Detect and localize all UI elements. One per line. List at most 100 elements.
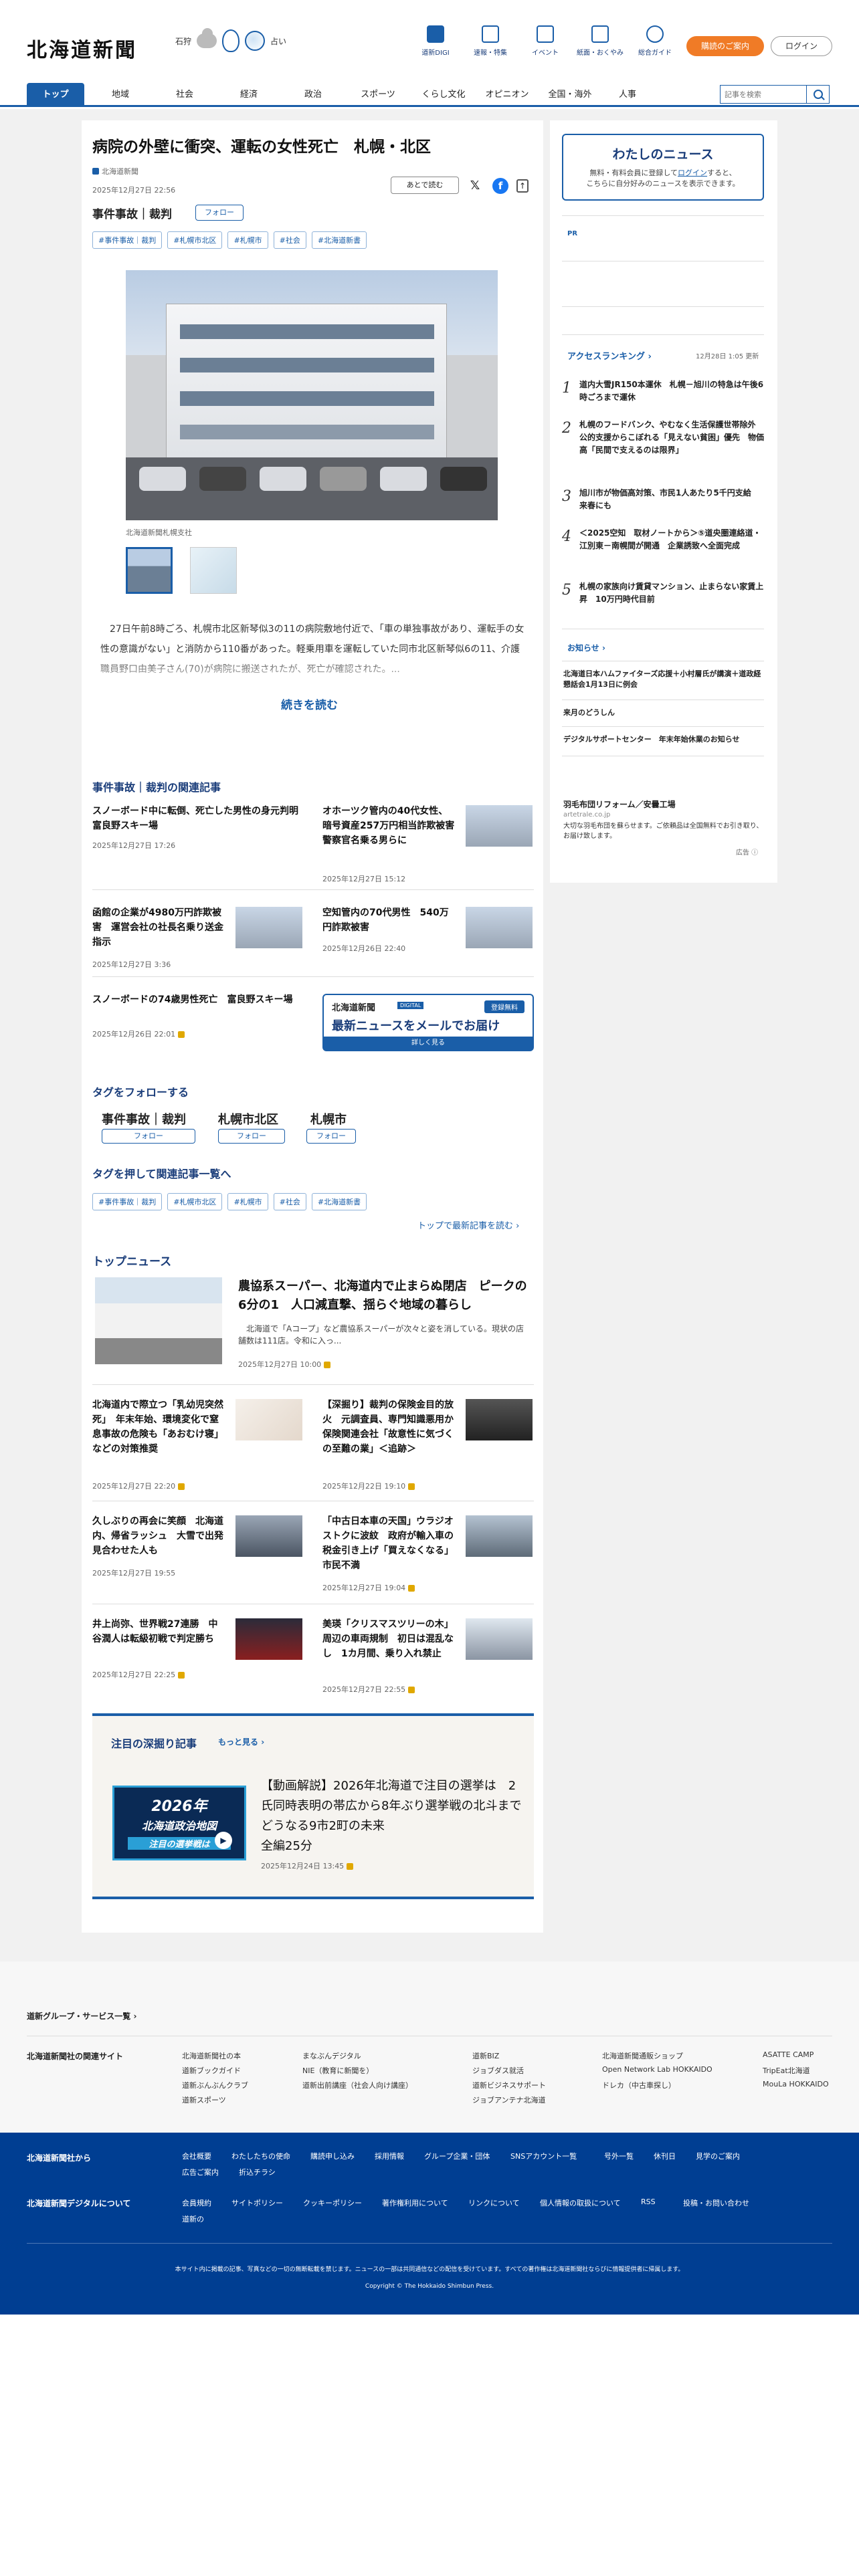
facebook-share-icon[interactable]: f xyxy=(492,178,508,194)
news-item-image[interactable] xyxy=(466,1618,533,1660)
tag-chip[interactable]: #北海道新書 xyxy=(311,231,367,249)
tag-follow-button[interactable]: フォロー xyxy=(102,1129,195,1144)
related-site-link[interactable]: Open Network Lab HOKKAIDO xyxy=(602,2065,712,2074)
related-item-image[interactable] xyxy=(466,805,533,847)
company-link[interactable]: わたしたちの使命 xyxy=(231,2151,290,2161)
login-button[interactable]: ログイン xyxy=(771,36,832,56)
nav-tab-top[interactable]: トップ xyxy=(27,83,84,107)
ranking-item[interactable]: 2 札幌のフードバンク、やむなく生活保護世帯除外 公的支援からこぼれる「見えない貧… xyxy=(562,419,764,472)
related-item-image[interactable] xyxy=(466,907,533,948)
company-link[interactable]: 折込チラシ xyxy=(239,2167,276,2177)
digital-link[interactable]: 会員規約 xyxy=(182,2197,211,2208)
subscribe-button[interactable]: 購読のご案内 xyxy=(686,36,764,56)
related-site-link[interactable]: 道新ぶんぶんクラブ xyxy=(182,2080,248,2090)
related-site-link[interactable]: 北海道新聞通販ショップ xyxy=(602,2050,683,2061)
company-link[interactable]: 号外一覧 xyxy=(604,2151,634,2161)
search-icon[interactable] xyxy=(806,86,829,103)
news-item-image[interactable] xyxy=(235,1399,302,1440)
news-item-title[interactable]: 美瑛「クリスマスツリーの木」周辺の車両規制 初日は混乱なし 1カ月間、乗り入れ禁… xyxy=(322,1617,456,1661)
top-link-paper[interactable]: 紙面・おくやみ xyxy=(573,25,628,57)
notice-item[interactable]: 来月のどうしん xyxy=(563,708,764,718)
ranking-item[interactable]: 1 道内大雪JR150本運休 札幌－旭川の特急は午後6時ごろまで運休 xyxy=(562,379,764,408)
related-site-link[interactable]: 道新BIZ xyxy=(472,2050,499,2061)
notice-item[interactable]: デジタルサポートセンター 年末年始休業のお知らせ xyxy=(563,734,764,745)
related-site-link[interactable]: 道新出前講座（社会人向け講座） xyxy=(302,2080,413,2090)
ranking-item[interactable]: 4 ＜2025空知 取材ノートから＞⑤道央圏連絡道・江別東－南幌間が開通 企業誘致… xyxy=(562,527,764,570)
top-link-guide[interactable]: 総合ガイド xyxy=(628,25,682,57)
digital-link[interactable]: サイトポリシー xyxy=(231,2197,283,2208)
top-news-lead-title[interactable]: 農協系スーパー、北海道内で止まらぬ閉店 ピークの6分の1 人口減直撃、揺らぐ地域… xyxy=(238,1277,533,1315)
digital-link[interactable]: 道新の xyxy=(182,2214,204,2224)
top-link-digi[interactable]: 道新DIGI xyxy=(408,25,463,57)
company-link[interactable]: 会社概要 xyxy=(182,2151,211,2161)
company-link[interactable]: 休刊日 xyxy=(654,2151,676,2161)
nav-tab-culture[interactable]: くらし文化 xyxy=(415,83,472,107)
site-logo[interactable]: 北海道新聞 xyxy=(27,33,137,63)
news-item-title[interactable]: 久しぶりの再会に笑顔 北海道内、帰省ラッシュ 大雪で出発見合わせた人も xyxy=(92,1514,226,1558)
group-services-link[interactable]: 道新グループ・サービス一覧 › xyxy=(27,2010,136,2022)
company-link[interactable]: 購読申し込み xyxy=(310,2151,355,2161)
article-photo[interactable] xyxy=(126,270,498,520)
tag-chip[interactable]: #札幌市 xyxy=(227,1193,268,1210)
company-link[interactable]: SNSアカウント一覧 xyxy=(510,2151,577,2161)
related-item-image[interactable] xyxy=(235,907,302,948)
news-item-image[interactable] xyxy=(235,1618,302,1660)
deep-dive-headline[interactable]: 【動画解説】2026年北海道で注目の選挙は 2氏同時表明の帯広から8年ぶり選挙戦… xyxy=(261,1776,533,1856)
tag-follow-button[interactable]: フォロー xyxy=(306,1129,356,1144)
deep-dive-video-thumb[interactable]: 2026年 北海道政治地図 注目の選挙戦は ▶ xyxy=(112,1786,246,1860)
share-icon[interactable]: ↑ xyxy=(516,179,529,193)
related-site-link[interactable]: MouLa HOKKAIDO xyxy=(763,2080,829,2088)
company-link[interactable]: グループ企業・団体 xyxy=(424,2151,490,2161)
digital-link[interactable]: 著作権利用について xyxy=(382,2197,448,2208)
related-site-link[interactable]: NIE（教育に新聞を） xyxy=(302,2065,373,2076)
nav-tab-personnel[interactable]: 人事 xyxy=(606,83,649,107)
related-item-title[interactable]: 空知管内の70代男性 540万円詐欺被害 xyxy=(322,905,456,935)
related-site-link[interactable]: 道新ブックガイド xyxy=(182,2065,241,2076)
tag-chip[interactable]: #事件事故｜裁判 xyxy=(92,231,163,249)
related-item-title[interactable]: スノーボードの74歳男性死亡 富良野スキー場 xyxy=(92,992,304,1007)
read-more-button[interactable]: 続きを読む xyxy=(281,695,338,712)
related-site-link[interactable]: まなぶんデジタル xyxy=(302,2050,361,2061)
company-link[interactable]: 見学のご案内 xyxy=(696,2151,740,2161)
nav-tab-society[interactable]: 社会 xyxy=(158,83,211,107)
top-link-breaking[interactable]: 速報・特集 xyxy=(463,25,518,57)
map-thumbnail[interactable] xyxy=(190,547,237,594)
tag-chip[interactable]: #札幌市北区 xyxy=(167,231,223,249)
news-item-image[interactable] xyxy=(235,1515,302,1557)
tag-chip[interactable]: #事件事故｜裁判 xyxy=(92,1193,163,1210)
related-item-title[interactable]: スノーボード中に転倒、死亡した男性の身元判明 富良野スキー場 xyxy=(92,804,308,833)
news-item-title[interactable]: 北海道内で際立つ「乳幼児突然死」 年末年始、環境変化で窒息事故の危険も「あおむけ… xyxy=(92,1398,226,1457)
news-item-title[interactable]: 【深掘り】裁判の保険金目的放火 元調査員、専門知識悪用か 保険関連会社「故意性に… xyxy=(322,1398,463,1457)
news-item-title[interactable]: 「中古日本車の天国」ウラジオストクに波紋 政府が輸入車の税金引き上げ「買えなくな… xyxy=(322,1514,456,1573)
related-site-link[interactable]: ジョブアンテナ北海道 xyxy=(472,2095,546,2105)
notice-item[interactable]: 北海道日本ハムファイターズ応援＋小村層氏が講演＋道政経懇話会1月13日に例会 xyxy=(563,669,764,690)
category-follow-button[interactable]: フォロー xyxy=(195,205,244,221)
ranking-item[interactable]: 5 札幌の家族向け賃貸マンション、止まらない家賃上昇 10万円時代目前 xyxy=(562,580,764,610)
search-input[interactable] xyxy=(721,86,806,103)
related-site-link[interactable]: ジョブダス就活 xyxy=(472,2065,524,2076)
related-site-link[interactable]: ドレカ（中古車探し） xyxy=(602,2080,676,2090)
nav-tab-politics[interactable]: 政治 xyxy=(286,83,340,107)
tag-chip[interactable]: #札幌市 xyxy=(227,231,268,249)
top-link-event[interactable]: イベント xyxy=(518,25,573,57)
my-news-login-link[interactable]: ログイン xyxy=(678,169,707,177)
email-news-banner[interactable]: 北海道新聞 DIGITAL 登録無料 最新ニュースをメールでお届け 詳しく見る xyxy=(322,994,534,1051)
digital-link[interactable]: 個人情報の取扱について xyxy=(540,2197,621,2208)
tag-chip[interactable]: #社会 xyxy=(273,231,306,249)
tag-chip[interactable]: #社会 xyxy=(273,1193,306,1210)
nav-tab-sports[interactable]: スポーツ xyxy=(351,83,405,107)
deep-dive-more-link[interactable]: もっと見る › xyxy=(218,1736,264,1747)
related-item-title[interactable]: オホーツク管内の40代女性、暗号資産257万円相当詐欺被害 警察官名乗る男らに xyxy=(322,804,464,848)
tag-follow-button[interactable]: フォロー xyxy=(218,1129,285,1144)
related-site-link[interactable]: TripEat北海道 xyxy=(763,2065,810,2076)
news-item-image[interactable] xyxy=(466,1515,533,1557)
nav-tab-economy[interactable]: 経済 xyxy=(222,83,276,107)
top-news-lead-image[interactable] xyxy=(95,1277,222,1364)
sidebar-ad[interactable]: 羽毛布団リフォーム／安曇工場 artetrale.co.jp 大切な羽毛布団を蘇… xyxy=(563,798,764,841)
digital-link[interactable]: クッキーポリシー xyxy=(303,2197,362,2208)
read-later-button[interactable]: あとで読む xyxy=(391,177,459,194)
company-link[interactable]: 採用情報 xyxy=(375,2151,404,2161)
related-item-title[interactable]: 函館の企業が4980万円詐欺被害 運営会社の社長名乗り送金指示 xyxy=(92,905,226,950)
company-link[interactable]: 広告ご案内 xyxy=(182,2167,219,2177)
related-site-link[interactable]: 北海道新聞社の本 xyxy=(182,2050,241,2061)
